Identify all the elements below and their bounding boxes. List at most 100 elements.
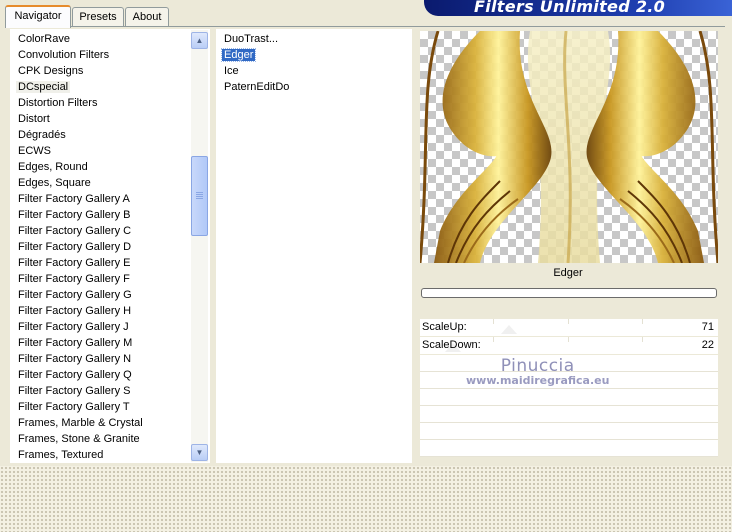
grip-icon — [196, 192, 203, 199]
category-item[interactable]: Filter Factory Gallery B — [10, 207, 192, 223]
category-item[interactable]: Filter Factory Gallery M — [10, 335, 192, 351]
category-label: Filter Factory Gallery B — [18, 209, 131, 221]
preview-area: Edger ScaleUp: 71 ScaleDown: 22 — [418, 29, 724, 463]
preview-artwork — [420, 31, 718, 263]
category-item[interactable]: Filter Factory Gallery F — [10, 271, 192, 287]
param-label: ScaleUp: — [422, 321, 467, 333]
category-label: Filter Factory Gallery M — [18, 337, 133, 349]
filter-label: Ice — [224, 65, 239, 77]
preview-image[interactable] — [420, 31, 718, 263]
category-item[interactable]: Edges, Round — [10, 159, 192, 175]
filter-label: DuoTrast... — [224, 33, 278, 45]
category-item[interactable]: Edges, Square — [10, 175, 192, 191]
category-label: Filter Factory Gallery Q — [18, 369, 132, 381]
filter-item[interactable]: Ice — [224, 63, 291, 79]
parameter-list: ScaleUp: 71 ScaleDown: 22 — [420, 319, 718, 463]
empty-param-row — [420, 389, 718, 406]
category-label: Frames, Stone & Granite — [18, 433, 140, 445]
category-item[interactable]: Filter Factory Gallery T — [10, 399, 192, 415]
category-label: ColorRave — [18, 33, 70, 45]
category-item[interactable]: Distort — [10, 111, 192, 127]
slider-tick — [642, 319, 643, 324]
empty-param-row — [420, 440, 718, 457]
category-item[interactable]: ColorRave — [10, 31, 192, 47]
progress-bar — [421, 288, 717, 298]
param-row-scaledown[interactable]: ScaleDown: 22 — [420, 337, 718, 355]
param-label: ScaleDown: — [422, 339, 481, 351]
slider-tick — [493, 337, 494, 342]
category-item[interactable]: Filter Factory Gallery Q — [10, 367, 192, 383]
category-item[interactable]: Filter Factory Gallery D — [10, 239, 192, 255]
category-item[interactable]: Frames, Textured — [10, 447, 192, 463]
scroll-down-button[interactable]: ▼ — [191, 444, 208, 461]
category-item[interactable]: Convolution Filters — [10, 47, 192, 63]
slider-tick — [493, 319, 494, 324]
filter-item[interactable]: DuoTrast... — [224, 31, 291, 47]
category-list: ColorRave Convolution Filters CPK Designs D… — [10, 31, 192, 463]
category-label: Filter Factory Gallery J — [18, 321, 129, 333]
category-label: Distort — [18, 113, 50, 125]
category-label: Filter Factory Gallery N — [18, 353, 132, 365]
tab-navigator[interactable]: Navigator — [5, 5, 71, 28]
tab-divider — [5, 26, 725, 27]
category-item[interactable]: Frames, Stone & Granite — [10, 431, 192, 447]
filters-unlimited-window: Filters Unlimited 2.0 Navigator Presets … — [0, 0, 732, 466]
scroll-up-button[interactable]: ▲ — [191, 32, 208, 49]
selected-filter-name: Edger — [553, 267, 583, 279]
category-label: Filter Factory Gallery H — [18, 305, 132, 317]
category-item[interactable]: DCspecial — [10, 79, 192, 95]
category-scrollbar[interactable]: ▲ ▼ — [191, 30, 208, 462]
app-title: Filters Unlimited 2.0 — [474, 0, 666, 16]
category-label: Filter Factory Gallery G — [18, 289, 132, 301]
category-item[interactable]: Filter Factory Gallery J — [10, 319, 192, 335]
header-banner: Filters Unlimited 2.0 — [424, 0, 732, 16]
watermark-name: Pinuccia — [500, 356, 575, 376]
category-item[interactable]: Filter Factory Gallery E — [10, 255, 192, 271]
category-label: CPK Designs — [18, 65, 84, 77]
chevron-up-icon: ▲ — [195, 36, 204, 45]
empty-param-row — [420, 406, 718, 423]
category-label: Distortion Filters — [18, 97, 98, 109]
category-label: Filter Factory Gallery F — [18, 273, 130, 285]
param-value: 22 — [701, 339, 714, 351]
category-item[interactable]: Filter Factory Gallery G — [10, 287, 192, 303]
category-item[interactable]: Filter Factory Gallery C — [10, 223, 192, 239]
category-label: Filter Factory Gallery S — [18, 385, 131, 397]
filter-label: Edger — [220, 48, 257, 62]
watermark: Pinuccia www.maidiregrafica.eu — [466, 356, 609, 387]
category-label: Frames, Marble & Crystal — [18, 417, 143, 429]
category-label: Edges, Square — [18, 177, 91, 189]
category-item[interactable]: Filter Factory Gallery N — [10, 351, 192, 367]
category-label: Filter Factory Gallery T — [18, 401, 130, 413]
slider-thumb-scaleup[interactable] — [501, 325, 517, 334]
watermark-url: www.maidiregrafica.eu — [466, 374, 610, 387]
scroll-thumb[interactable] — [191, 156, 208, 236]
background-pattern — [0, 466, 732, 532]
empty-param-row — [420, 423, 718, 440]
filter-label: PaternEditDo — [224, 81, 290, 93]
slider-tick — [642, 337, 643, 342]
category-label: Filter Factory Gallery C — [18, 225, 132, 237]
category-label: Filter Factory Gallery A — [18, 193, 130, 205]
category-item[interactable]: Frames, Marble & Crystal — [10, 415, 192, 431]
filter-item[interactable]: Edger — [220, 47, 291, 63]
filter-list: DuoTrast... Edger Ice PaternEditDo — [220, 31, 291, 95]
category-list-panel: ColorRave Convolution Filters CPK Designs D… — [10, 29, 210, 463]
category-item[interactable]: Filter Factory Gallery A — [10, 191, 192, 207]
category-item[interactable]: Filter Factory Gallery S — [10, 383, 192, 399]
tab-about[interactable]: About — [125, 7, 169, 26]
category-label: Filter Factory Gallery D — [18, 241, 132, 253]
category-item[interactable]: ECWS — [10, 143, 192, 159]
tab-presets[interactable]: Presets — [72, 7, 124, 26]
category-label: Convolution Filters — [18, 49, 110, 61]
category-label: ECWS — [18, 145, 51, 157]
slider-tick — [568, 337, 569, 342]
category-item[interactable]: Filter Factory Gallery H — [10, 303, 192, 319]
param-row-scaleup[interactable]: ScaleUp: 71 — [420, 319, 718, 337]
category-item[interactable]: Distortion Filters — [10, 95, 192, 111]
category-label: Edges, Round — [18, 161, 88, 173]
chevron-down-icon: ▼ — [195, 448, 204, 457]
category-item[interactable]: Dégradés — [10, 127, 192, 143]
filter-item[interactable]: PaternEditDo — [224, 79, 291, 95]
category-item[interactable]: CPK Designs — [10, 63, 192, 79]
